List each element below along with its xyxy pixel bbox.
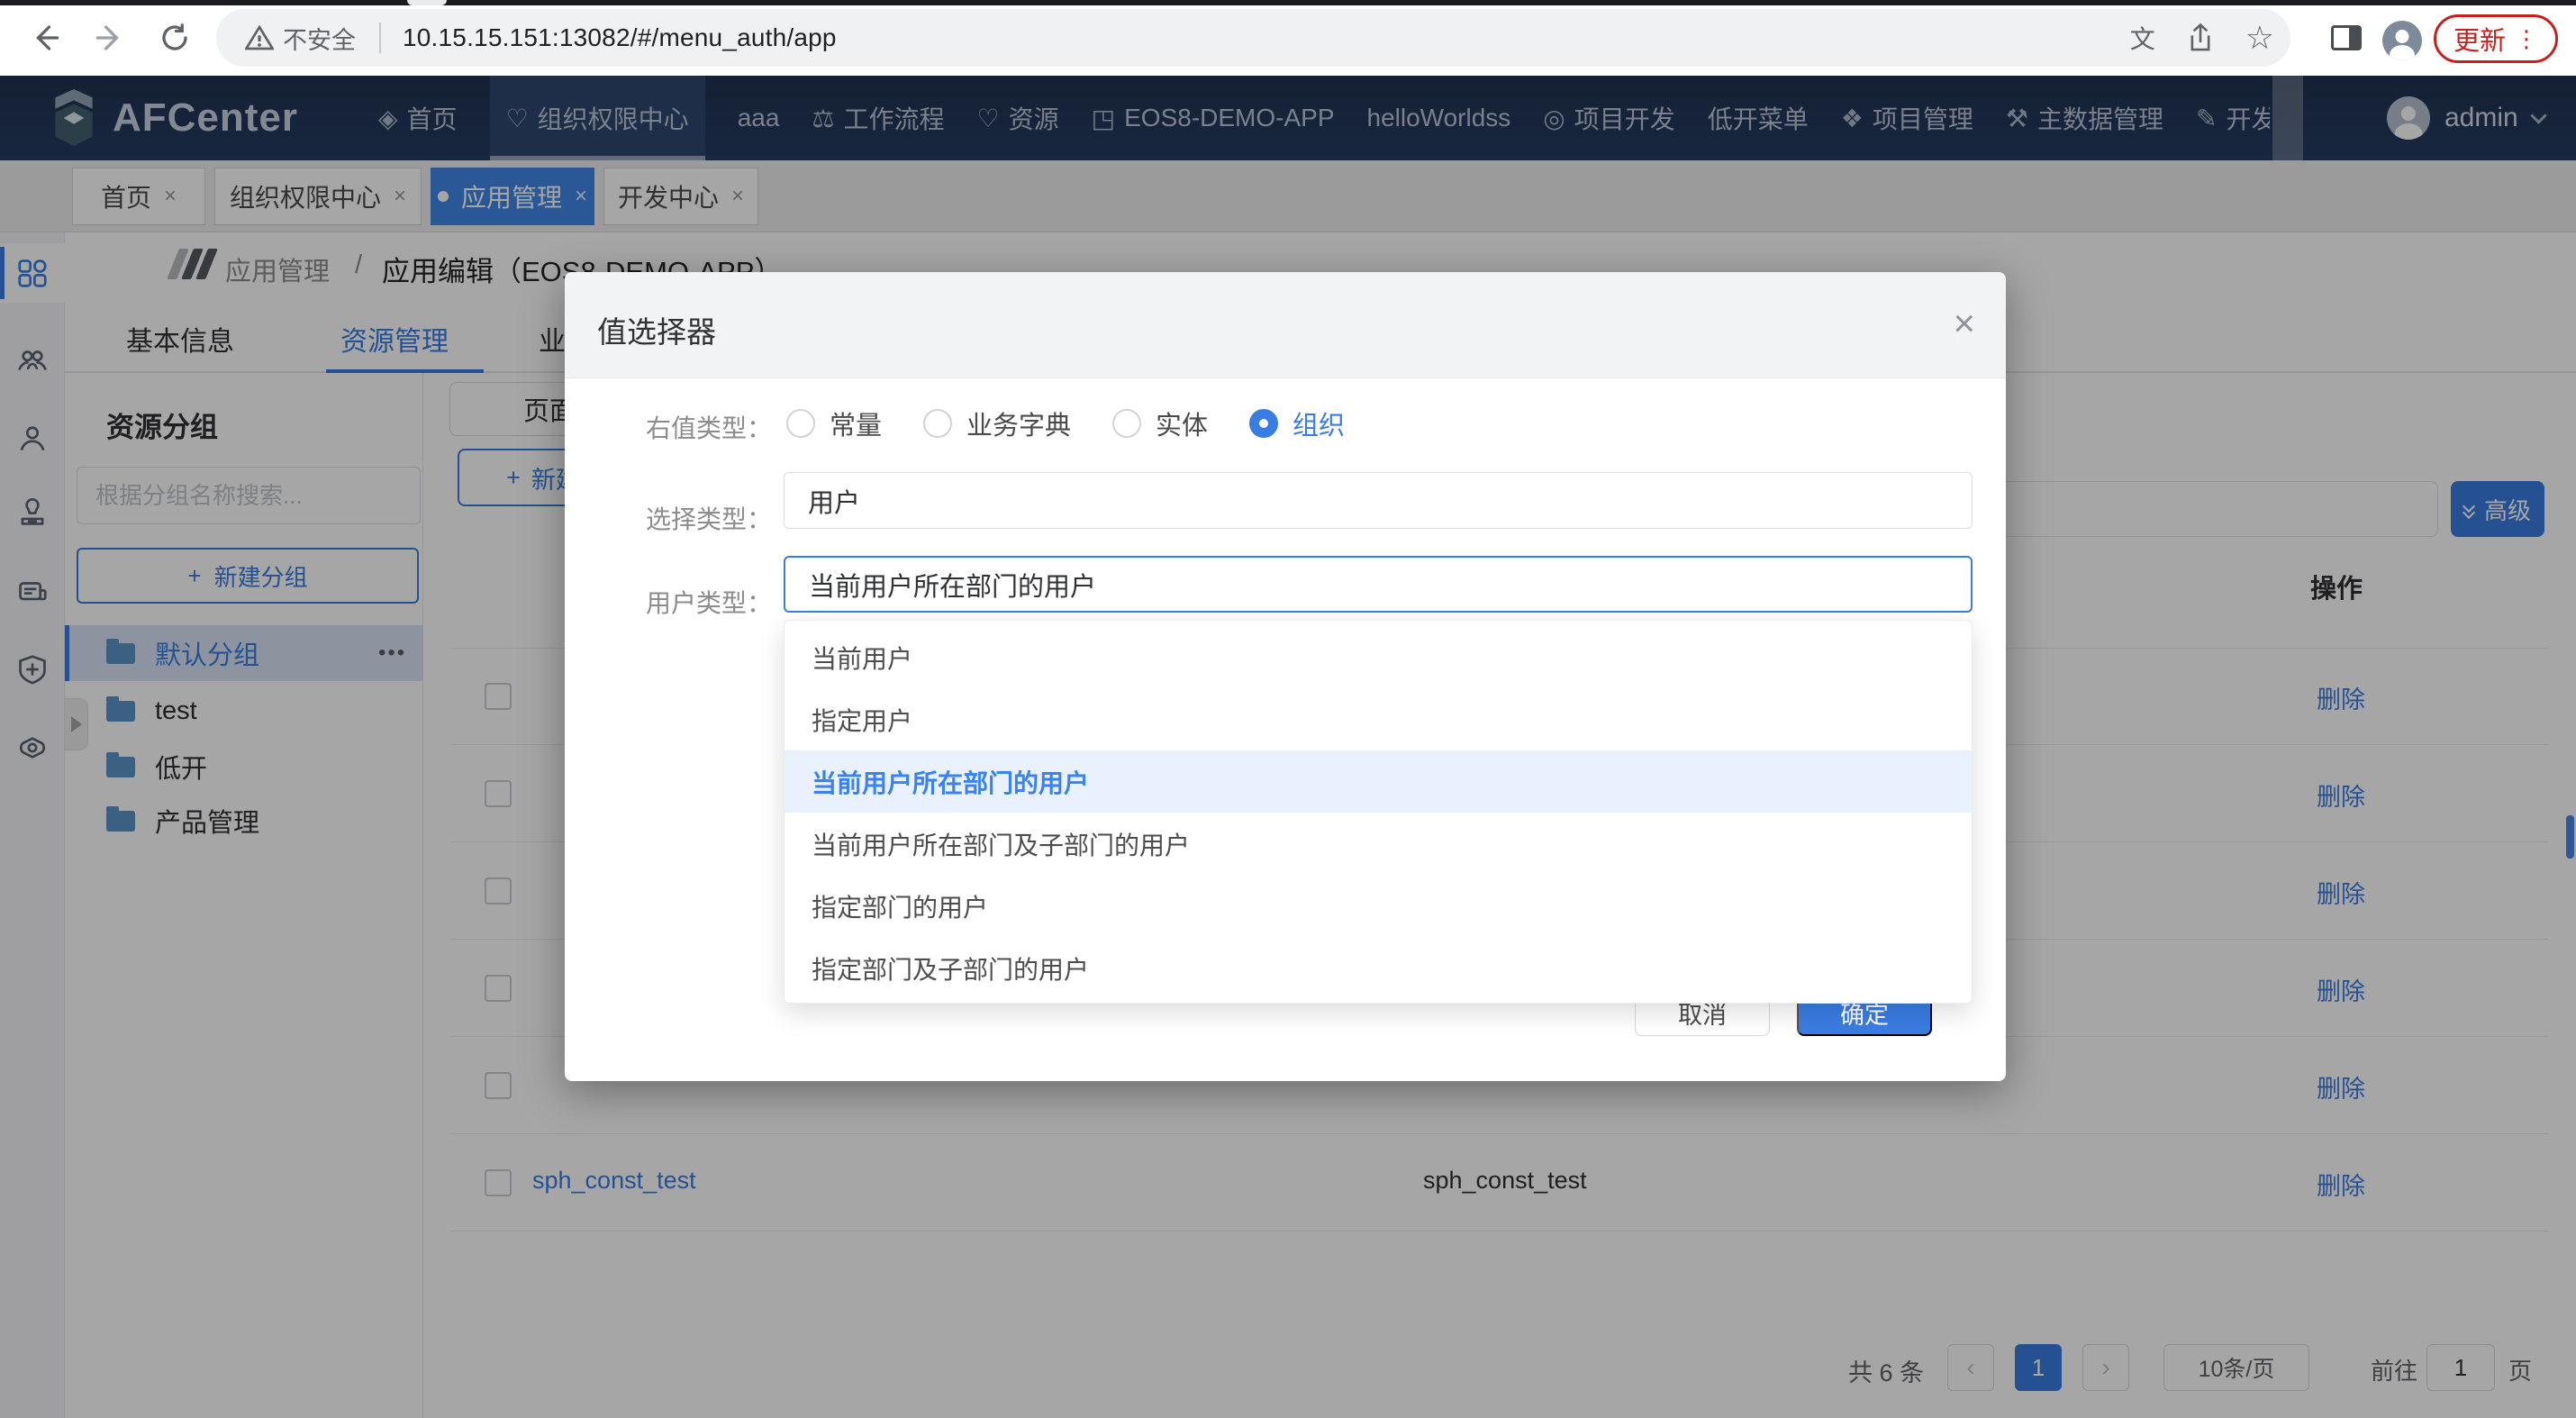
browser-menu-icon[interactable]: ⋮ <box>2515 25 2538 53</box>
side-panel-icon[interactable] <box>2331 25 2362 50</box>
browser-update-button[interactable]: 更新 ⋮ <box>2434 14 2558 63</box>
browser-forward-button[interactable] <box>85 13 135 63</box>
radio-selected-icon <box>1249 409 1278 438</box>
address-bar[interactable]: 不安全 10.15.15.151:13082/#/menu_auth/app 文… <box>216 9 2290 67</box>
option-specified-user[interactable]: 指定用户 <box>785 688 1972 750</box>
radio-business-dict[interactable]: 业务字典 <box>923 404 1071 442</box>
browser-chrome: 不安全 10.15.15.151:13082/#/menu_auth/app 文… <box>0 0 2576 76</box>
right-type-label: 右值类型： <box>583 409 772 445</box>
select-type-field[interactable]: 用户 <box>784 472 1973 529</box>
dialog-title: 值选择器 <box>597 308 716 351</box>
browser-tab-notch <box>407 0 447 5</box>
user-type-label: 用户类型： <box>583 584 772 620</box>
dialog-header: 值选择器 × <box>565 272 2006 378</box>
window-top-strip <box>0 0 2576 5</box>
browser-back-button[interactable] <box>20 13 70 63</box>
option-current-user-dept-subdept-users[interactable]: 当前用户所在部门及子部门的用户 <box>785 813 1972 875</box>
radio-entity[interactable]: 实体 <box>1112 404 1208 442</box>
page-viewport: AFCenter ◈首页 ♡组织权限中心 aaa ⚖工作流程 ♡资源 ◳EOS8… <box>0 76 2576 1418</box>
radio-icon <box>1112 409 1141 438</box>
radio-constant[interactable]: 常量 <box>786 404 882 442</box>
close-icon[interactable]: × <box>1953 305 1975 342</box>
translate-icon[interactable]: 文 <box>2130 20 2155 56</box>
browser-profile-avatar[interactable] <box>2382 21 2422 60</box>
option-specified-dept-subdept-users[interactable]: 指定部门及子部门的用户 <box>785 937 1972 999</box>
browser-reload-button[interactable] <box>150 13 200 63</box>
user-type-dropdown: 当前用户 指定用户 当前用户所在部门的用户 当前用户所在部门及子部门的用户 指定… <box>784 620 1973 1004</box>
address-divider <box>379 23 381 53</box>
right-type-radio-group: 常量 业务字典 实体 组织 <box>786 405 1386 441</box>
option-current-user-dept-users[interactable]: 当前用户所在部门的用户 <box>785 750 1972 813</box>
url-text[interactable]: 10.15.15.151:13082/#/menu_auth/app <box>403 23 837 52</box>
option-current-user[interactable]: 当前用户 <box>785 626 1972 688</box>
value-selector-dialog: 值选择器 × 右值类型： 常量 业务字典 实体 组织 选择类型： 用户 用户类型… <box>565 272 2006 1081</box>
user-type-field[interactable]: 当前用户所在部门的用户 <box>784 556 1973 613</box>
select-type-label: 选择类型： <box>583 500 772 536</box>
not-secure-warning-icon <box>245 24 274 51</box>
security-label[interactable]: 不安全 <box>283 21 356 56</box>
update-label: 更新 <box>2454 20 2506 58</box>
radio-organization[interactable]: 组织 <box>1249 404 1345 442</box>
share-icon[interactable] <box>2186 23 2215 53</box>
bookmark-star-icon[interactable]: ☆ <box>2245 19 2274 57</box>
radio-icon <box>923 409 952 438</box>
option-specified-dept-users[interactable]: 指定部门的用户 <box>785 875 1972 937</box>
radio-icon <box>786 409 815 438</box>
